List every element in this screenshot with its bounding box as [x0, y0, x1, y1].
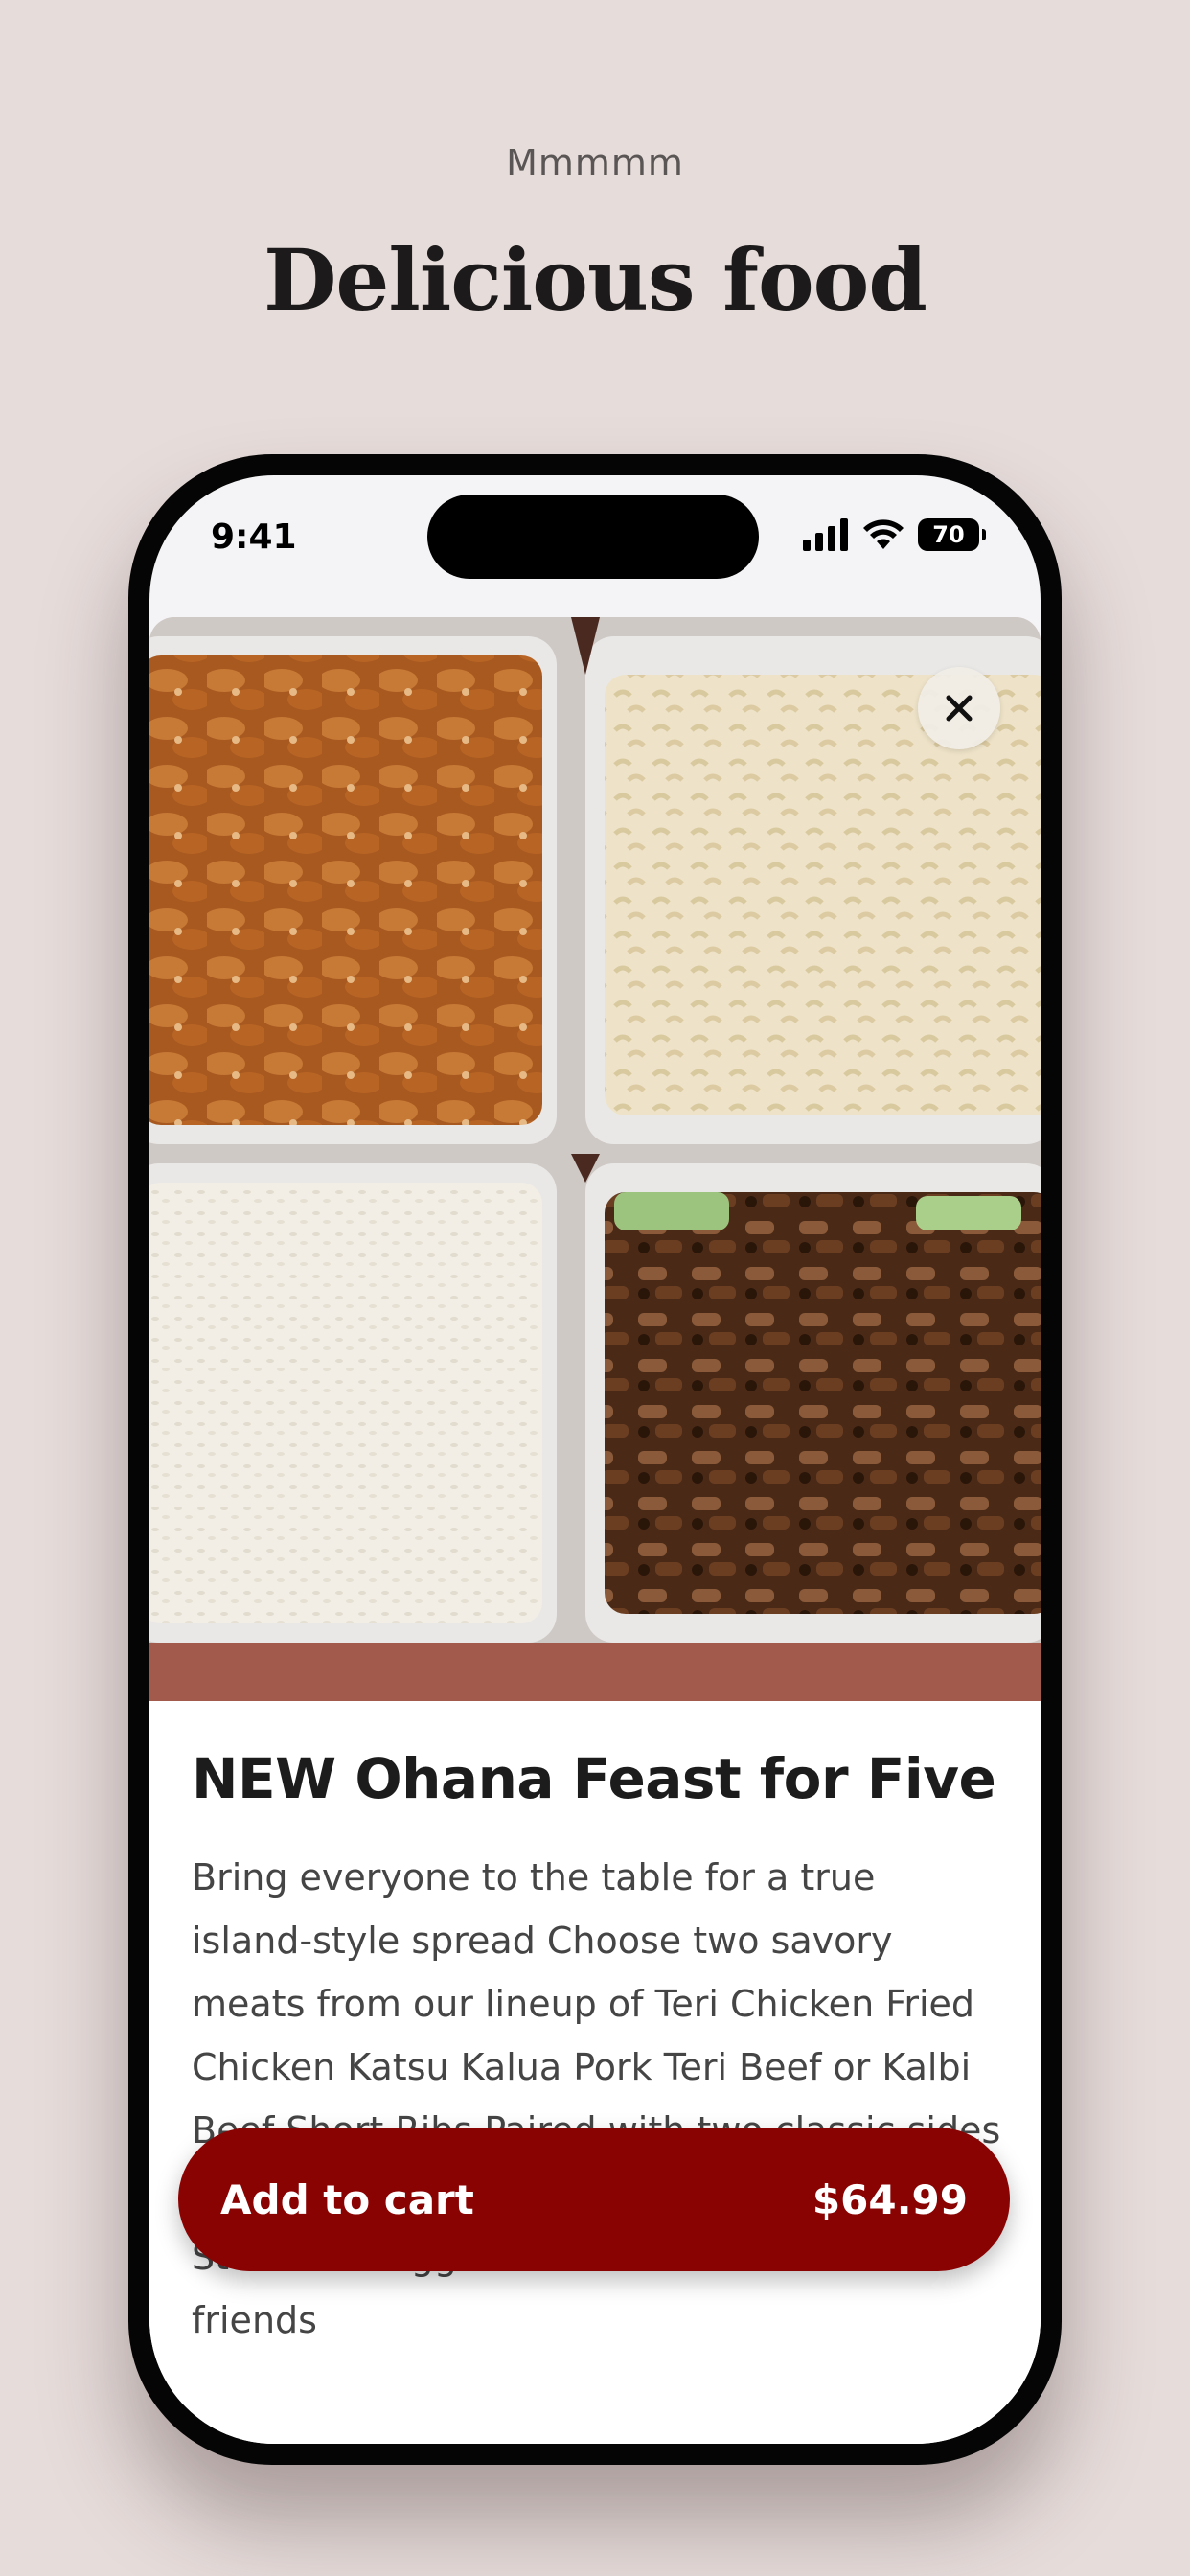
phone-screen: 9:41 70 NEW Ohana Feast for Five Bring e…	[149, 475, 1041, 2444]
wifi-icon	[863, 519, 904, 549]
status-icons: 70	[803, 514, 986, 556]
product-description: Bring everyone to the table for a true i…	[192, 1856, 1000, 2341]
page-headline: Delicious food	[263, 230, 927, 330]
product-price: $64.99	[812, 2175, 968, 2223]
product-title: NEW Ohana Feast for Five	[192, 1746, 996, 1811]
cellular-signal-icon	[803, 518, 848, 551]
dynamic-island	[427, 494, 759, 579]
food-photo	[149, 617, 1041, 1701]
add-to-cart-label: Add to cart	[220, 2175, 474, 2223]
phone-frame: 9:41 70 NEW Ohana Feast for Five Bring e…	[128, 454, 1062, 2465]
battery-icon: 70	[918, 518, 986, 551]
kicker-text: Mmmmm	[506, 142, 684, 184]
close-icon	[946, 695, 973, 722]
close-button[interactable]	[918, 667, 1000, 749]
add-to-cart-button[interactable]: Add to cart $64.99	[178, 2128, 1010, 2271]
status-time: 9:41	[211, 518, 297, 557]
